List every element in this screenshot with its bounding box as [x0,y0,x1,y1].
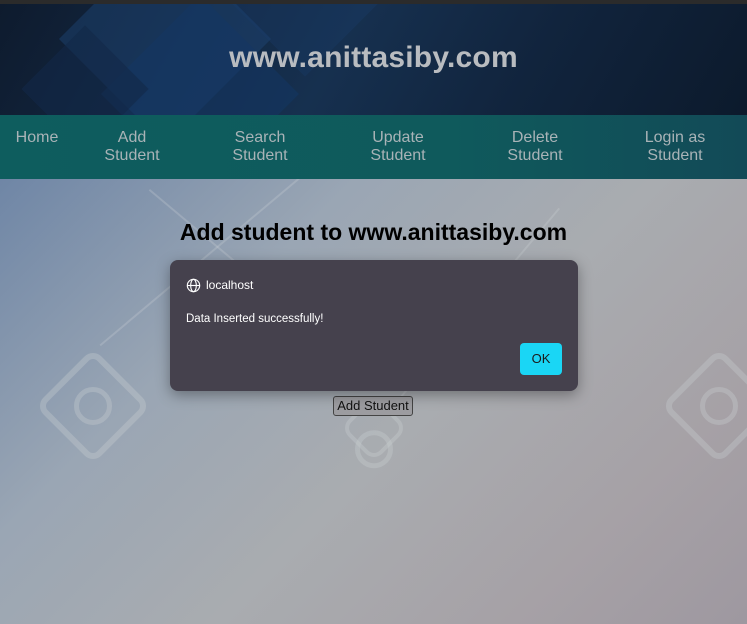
alert-dialog: localhost Data Inserted successfully! OK [170,260,578,391]
nav-item-label: Student [507,147,563,164]
nav-item-label: Update [372,129,424,146]
nav-item-label: Student [104,147,160,164]
nav-item-label: Student [370,147,426,164]
browser-page: www.anittasiby.com Home Add Student Sear… [0,0,747,624]
nav-item-label: Search [234,129,286,146]
nav-item-search-student[interactable]: Search Student [229,129,291,165]
nav-item-label: Student [647,147,703,164]
ok-button[interactable]: OK [520,343,562,375]
background-pattern-icon [661,348,747,464]
site-header: www.anittasiby.com [0,4,747,115]
nav-item-label: Student [232,147,288,164]
main-nav: Home Add Student Search Student Update S… [0,115,747,179]
site-title: www.anittasiby.com [229,41,518,74]
nav-item-delete-student[interactable]: Delete Student [504,129,566,165]
nav-item-home[interactable]: Home [15,129,59,147]
nav-item-label: Login as [644,129,706,146]
nav-item-label: Delete [511,129,559,146]
nav-item-label: Home [15,129,59,146]
nav-item-label: Add [117,129,147,146]
dialog-message: Data Inserted successfully! [186,313,324,325]
nav-item-add-student[interactable]: Add Student [102,129,162,165]
add-student-button[interactable]: Add Student [333,396,413,416]
background-pattern-icon [35,348,151,464]
globe-icon [186,278,201,292]
dialog-origin: localhost [186,277,253,293]
nav-item-login-student[interactable]: Login as Student [640,129,710,165]
nav-item-update-student[interactable]: Update Student [367,129,429,165]
main-content: Add student to www.anittasiby.com Add St… [0,179,747,624]
dialog-origin-text: localhost [206,278,254,292]
page-heading: Add student to www.anittasiby.com [179,219,568,245]
